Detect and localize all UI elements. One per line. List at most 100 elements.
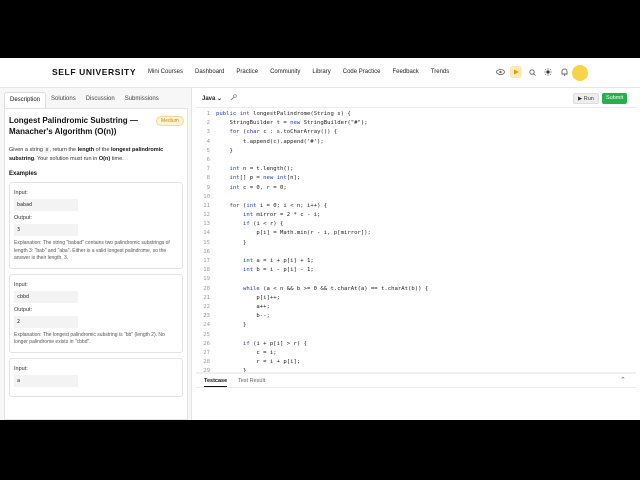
- nav-link-library[interactable]: Library: [312, 69, 330, 75]
- code-line: 18 int b = i - p[i] - 1;: [196, 266, 636, 275]
- input-label: Input:: [14, 365, 28, 372]
- output-label: Output:: [14, 215, 33, 221]
- code-line: 6: [196, 156, 636, 165]
- nav-link-code-practice[interactable]: Code Practice: [343, 69, 381, 75]
- problem-panel: Description Solutions Discussion Submiss…: [0, 88, 192, 420]
- example-explanation: Explanation: The longest palindromic sub…: [14, 332, 178, 347]
- line-number: 24: [203, 322, 210, 329]
- code-line: 3 for (char c : s.toCharArray()) {: [196, 128, 636, 137]
- tab-testcase[interactable]: Testcase: [204, 378, 228, 387]
- line-number: 16: [203, 248, 210, 255]
- input-label: Input:: [14, 281, 28, 288]
- play-icon[interactable]: [510, 66, 522, 78]
- code-text: r = i + p[i];: [216, 359, 301, 366]
- chevron-down-icon: ⌄: [217, 96, 223, 102]
- line-number: 2: [206, 120, 210, 127]
- problem-content: Longest Palindromic Substring — Manacher…: [4, 108, 188, 420]
- example-input: babad: [14, 199, 78, 211]
- code-line: 20 while (a < n && b >= 0 && t.charAt(a)…: [196, 285, 636, 294]
- submit-button[interactable]: Submit: [602, 93, 628, 104]
- code-line: 22 a++;: [196, 303, 636, 312]
- avatar[interactable]: [572, 65, 588, 81]
- code-line: 27 c = i;: [196, 349, 636, 358]
- line-number: 19: [203, 276, 210, 283]
- code-line: 28 r = i + p[i];: [196, 358, 636, 367]
- line-number: 7: [206, 166, 210, 173]
- problem-description: Given a string s, return the length of t…: [9, 146, 183, 163]
- run-button[interactable]: ▶ Run: [573, 93, 599, 104]
- nav-link-mini-courses[interactable]: Mini Courses: [148, 69, 183, 75]
- example-output: 3: [14, 224, 78, 236]
- code-text: t.append(c).append('#');: [216, 138, 324, 145]
- line-number: 3: [206, 129, 210, 136]
- code-line: 23 b--;: [196, 312, 636, 321]
- code-line: 16: [196, 248, 636, 257]
- brand-logo[interactable]: SELF UNIVERSITY: [52, 67, 136, 77]
- code-line: 15 }: [196, 239, 636, 248]
- nav-link-community[interactable]: Community: [270, 69, 300, 75]
- eye-icon[interactable]: [494, 66, 506, 78]
- desc-text: of the: [94, 147, 111, 153]
- wrench-icon[interactable]: [230, 94, 237, 103]
- code-text: int c = 0, r = 0;: [229, 184, 287, 191]
- code-line: 14 p[i] = Math.min(r - i, p[mirror]);: [196, 229, 636, 238]
- tab-test-result[interactable]: Test Result: [238, 378, 265, 384]
- line-number: 22: [203, 303, 210, 310]
- code-line: 7 int n = t.length();: [196, 165, 636, 174]
- code-text: if (i < r) {: [242, 221, 284, 228]
- code-text: b--;: [216, 313, 270, 320]
- search-icon[interactable]: [526, 66, 538, 78]
- examples-heading: Examples: [9, 171, 38, 177]
- line-number: 23: [203, 313, 210, 320]
- code-text: for (char c : s.toCharArray()) {: [229, 129, 338, 136]
- code-text: p[i]++;: [216, 294, 280, 301]
- line-number: 14: [203, 230, 210, 237]
- code-line: 12 int mirror = 2 * c - i;: [196, 211, 636, 220]
- code-text: int b = i - p[i] - 1;: [242, 267, 314, 274]
- tab-description[interactable]: Description: [4, 92, 47, 108]
- bottom-tabs: Testcase Test Result ⌃: [196, 374, 636, 388]
- nav-link-feedback[interactable]: Feedback: [392, 69, 418, 75]
- line-number: 27: [203, 349, 210, 356]
- code-area[interactable]: 1 public int longestPalindrome(String s) …: [196, 110, 636, 372]
- desc-text: , return the: [49, 147, 78, 153]
- desc-text: . Your solution must run in: [34, 155, 99, 162]
- code-text: StringBuilder t = new StringBuilder("#")…: [216, 120, 368, 127]
- code-line: 17 int a = i + p[i] + 1;: [196, 257, 636, 266]
- nav-links: Mini Courses Dashboard Practice Communit…: [148, 69, 461, 75]
- desc-bold: length: [77, 147, 95, 153]
- nav-link-practice[interactable]: Practice: [236, 69, 258, 75]
- editor-toolbar: Java ⌄ ▶ Run Submit: [196, 88, 636, 108]
- line-number: 6: [206, 156, 210, 163]
- desc-bold: O(n): [98, 155, 111, 162]
- language-select[interactable]: Java ⌄: [202, 95, 222, 102]
- code-text: public int longestPalindrome(String s) {: [216, 111, 351, 117]
- problem-title: Longest Palindromic Substring — Manacher…: [9, 116, 138, 136]
- app-window: SELF UNIVERSITY Mini Courses Dashboard P…: [0, 58, 640, 420]
- chevron-up-icon[interactable]: ⌃: [620, 376, 626, 384]
- output-label: Output:: [14, 306, 33, 313]
- language-label: Java: [202, 96, 216, 102]
- nav-link-dashboard[interactable]: Dashboard: [195, 69, 224, 75]
- code-text: }: [216, 322, 247, 329]
- tab-submissions[interactable]: Submissions: [120, 92, 164, 108]
- code-text: while (a < n && b >= 0 && t.charAt(a) ==…: [242, 285, 429, 292]
- example-input: a: [14, 374, 78, 387]
- tab-discussion[interactable]: Discussion: [81, 92, 120, 108]
- line-number: 28: [203, 359, 210, 366]
- code-text: if (i + p[i] > r) {: [242, 340, 307, 347]
- nav-link-trends[interactable]: Trends: [431, 69, 449, 75]
- sun-icon[interactable]: [542, 66, 554, 78]
- code-line: 11 for (int i = 0; i < n; i++) {: [196, 202, 636, 211]
- code-line: 25: [196, 331, 636, 340]
- difficulty-badge: Medium: [156, 116, 184, 126]
- example-output: 2: [14, 315, 78, 328]
- line-number: 9: [206, 184, 210, 191]
- code-text: int mirror = 2 * c - i;: [242, 212, 321, 219]
- line-number: 21: [203, 294, 210, 301]
- line-number: 15: [203, 239, 210, 246]
- tab-solutions[interactable]: Solutions: [46, 92, 81, 108]
- bell-icon[interactable]: [558, 66, 570, 78]
- example-card: Input: babad Output: 3 Explanation: The …: [9, 182, 183, 269]
- line-number: 8: [206, 175, 210, 182]
